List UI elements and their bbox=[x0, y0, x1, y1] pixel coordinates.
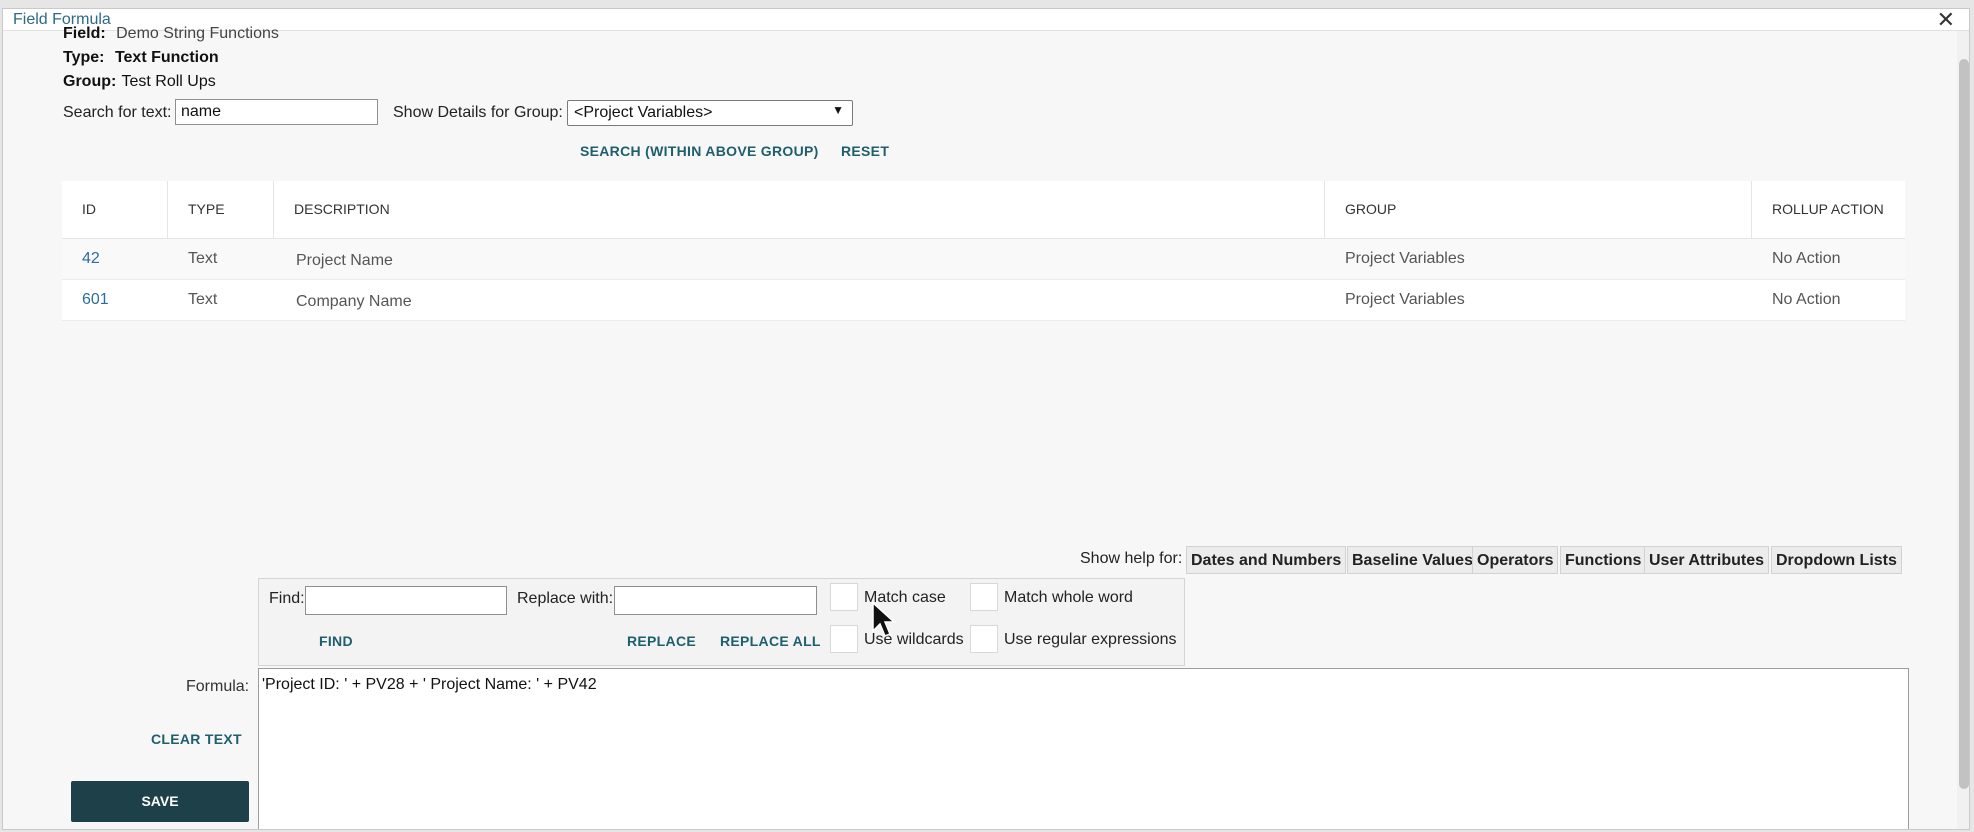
col-group[interactable]: GROUP bbox=[1325, 181, 1752, 238]
field-info: Field: Demo String Functions bbox=[63, 25, 279, 43]
type-label: Type: bbox=[63, 49, 105, 66]
find-label: Find: bbox=[269, 590, 305, 607]
formula-label: Formula: bbox=[186, 678, 250, 695]
row-type: Text bbox=[188, 250, 218, 267]
col-rollup-action[interactable]: ROLLUP ACTION bbox=[1752, 181, 1905, 238]
find-input[interactable] bbox=[305, 586, 507, 615]
search-group-button[interactable]: SEARCH (WITHIN ABOVE GROUP) bbox=[580, 143, 819, 159]
scrollbar[interactable] bbox=[1957, 31, 1969, 829]
group-select[interactable]: <Project Variables> ▼ bbox=[567, 100, 853, 126]
help-user-attributes-button[interactable]: User Attributes bbox=[1644, 546, 1769, 574]
field-value: Demo String Functions bbox=[116, 25, 279, 42]
search-label: Search for text: bbox=[63, 104, 172, 121]
replace-all-button[interactable]: REPLACE ALL bbox=[720, 633, 821, 649]
table-header: ID TYPE DESCRIPTION GROUP ROLLUP ACTION bbox=[62, 181, 1905, 239]
reset-button[interactable]: RESET bbox=[841, 143, 889, 159]
use-wildcards-checkbox[interactable] bbox=[830, 625, 858, 653]
close-icon[interactable]: ✕ bbox=[1937, 9, 1955, 33]
clear-text-button[interactable]: CLEAR TEXT bbox=[151, 731, 242, 747]
results-table: ID TYPE DESCRIPTION GROUP ROLLUP ACTION … bbox=[62, 181, 1905, 321]
match-whole-word-label: Match whole word bbox=[1004, 589, 1133, 606]
formula-editor[interactable]: 'Project ID: ' + PV28 + ' Project Name: … bbox=[258, 668, 1909, 829]
field-formula-dialog: Field Formula ✕ Field: Demo String Funct… bbox=[2, 8, 1970, 830]
use-regex-checkbox[interactable] bbox=[970, 625, 998, 653]
chevron-down-icon: ▼ bbox=[832, 103, 844, 117]
title-bar: Field Formula ✕ bbox=[3, 9, 1969, 33]
table-row[interactable]: 42 Text Project Name Project Variables N… bbox=[62, 239, 1905, 280]
help-baseline-values-button[interactable]: Baseline Values bbox=[1347, 546, 1478, 574]
type-value: Text Function bbox=[114, 49, 219, 66]
help-functions-button[interactable]: Functions bbox=[1560, 546, 1647, 574]
col-description[interactable]: DESCRIPTION bbox=[274, 181, 1325, 238]
mouse-pointer-icon bbox=[872, 601, 896, 637]
col-type[interactable]: TYPE bbox=[168, 181, 274, 238]
row-description: Company Name bbox=[296, 293, 412, 310]
replace-input[interactable] bbox=[614, 586, 817, 615]
help-operators-button[interactable]: Operators bbox=[1472, 546, 1559, 574]
search-input[interactable] bbox=[175, 99, 378, 125]
group-select-label: Show Details for Group: bbox=[393, 104, 563, 121]
table-row[interactable]: 601 Text Company Name Project Variables … bbox=[62, 280, 1905, 321]
row-type: Text bbox=[188, 291, 218, 308]
find-replace-panel: Find: Replace with: Match case Match who… bbox=[258, 578, 1185, 666]
col-id[interactable]: ID bbox=[62, 181, 168, 238]
match-whole-word-checkbox[interactable] bbox=[970, 583, 998, 611]
help-dates-numbers-button[interactable]: Dates and Numbers bbox=[1186, 546, 1347, 574]
group-info: Group: Test Roll Ups bbox=[63, 73, 216, 91]
save-button[interactable]: SAVE bbox=[71, 781, 249, 822]
type-info: Type: Text Function bbox=[63, 49, 225, 67]
group-select-value: <Project Variables> bbox=[574, 104, 713, 121]
find-button[interactable]: FIND bbox=[319, 633, 353, 649]
row-id-link[interactable]: 601 bbox=[62, 280, 109, 320]
use-regex-label: Use regular expressions bbox=[1004, 631, 1177, 648]
row-group: Project Variables bbox=[1345, 291, 1465, 308]
help-label: Show help for: bbox=[1080, 550, 1183, 567]
field-label: Field: bbox=[63, 25, 106, 42]
replace-button[interactable]: REPLACE bbox=[627, 633, 696, 649]
row-rollup: No Action bbox=[1772, 291, 1841, 308]
help-dropdown-lists-button[interactable]: Dropdown Lists bbox=[1771, 546, 1902, 574]
row-rollup: No Action bbox=[1772, 250, 1841, 267]
group-label: Group: bbox=[63, 73, 117, 90]
scrollbar-thumb[interactable] bbox=[1959, 59, 1969, 789]
row-id-link[interactable]: 42 bbox=[62, 239, 100, 279]
row-description: Project Name bbox=[296, 252, 393, 269]
replace-label: Replace with: bbox=[517, 590, 614, 607]
group-value: Test Roll Ups bbox=[121, 73, 216, 90]
row-group: Project Variables bbox=[1345, 250, 1465, 267]
match-case-checkbox[interactable] bbox=[830, 583, 858, 611]
